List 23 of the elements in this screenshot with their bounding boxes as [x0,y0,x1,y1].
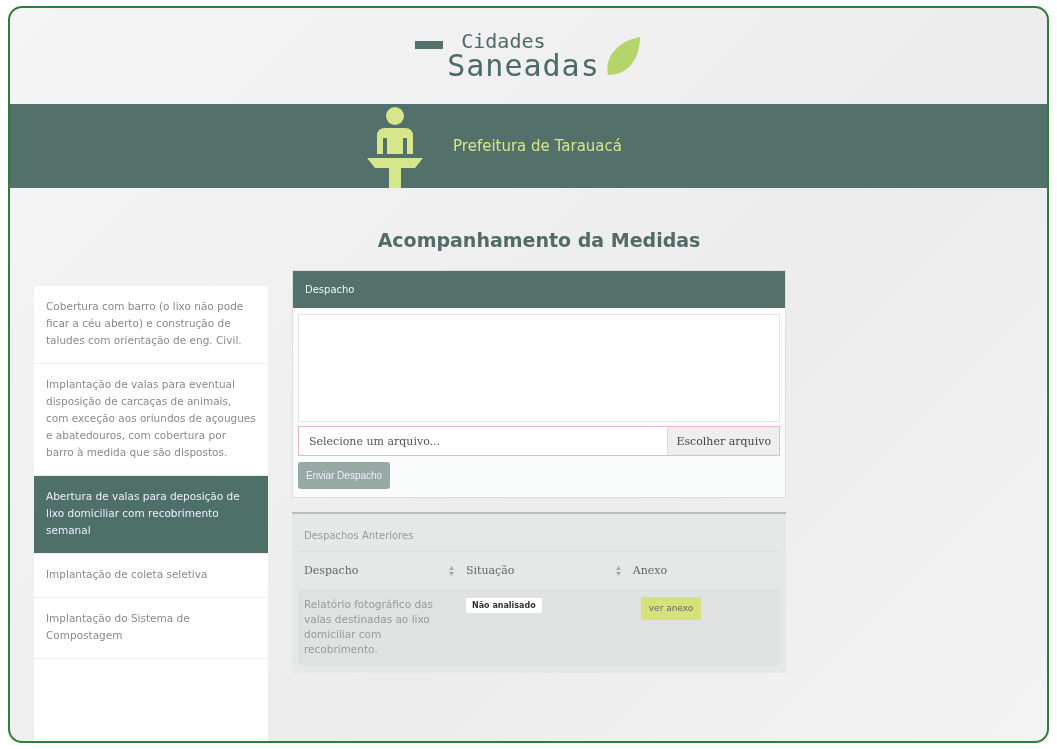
sidebar-item[interactable]: Abertura de valas para deposição de lixo domiciliar com recobrimento semanal [34,476,268,554]
logo-tag-icon [415,41,444,49]
panel-header: Despacho [293,271,785,308]
logo-text: Saneadas [447,51,600,81]
column-header[interactable]: Anexo [632,564,668,577]
choose-file-button[interactable]: Escolher arquivo [667,427,779,455]
banner-title: Prefeitura de Tarauacá [453,137,622,155]
status-badge: Não analisado [466,598,542,613]
page-title: Acompanhamento da Medidas [376,228,702,252]
file-input-field[interactable]: Selecione um arquivo... Escolher arquivo [298,426,780,456]
sidebar-item[interactable]: Implantação do Sistema de Compostagem [34,598,268,659]
panel-header: Despachos Anteriores [298,522,780,552]
table-cell: Relatório fotográfico das valas destinadas ao lixo domiciliar com recobrimento. [298,589,460,665]
sort-icon[interactable] [615,565,621,576]
sidebar-item[interactable]: Cobertura com barro (o lixo não pode ficar a céu aberto) e construção de taludes com orientação de eng. Civil. [34,286,268,364]
view-attachment-link[interactable]: ver anexo [640,597,702,620]
despacho-text-area[interactable] [298,314,780,422]
column-header[interactable]: Despacho [304,564,359,577]
sort-icon[interactable] [449,565,454,576]
column-header[interactable]: Situação [466,564,515,577]
logo-text: Cidades [461,31,547,51]
speaker-podium-icon [365,104,426,188]
sidebar-item[interactable]: Implantação de coleta seletiva [34,554,268,598]
